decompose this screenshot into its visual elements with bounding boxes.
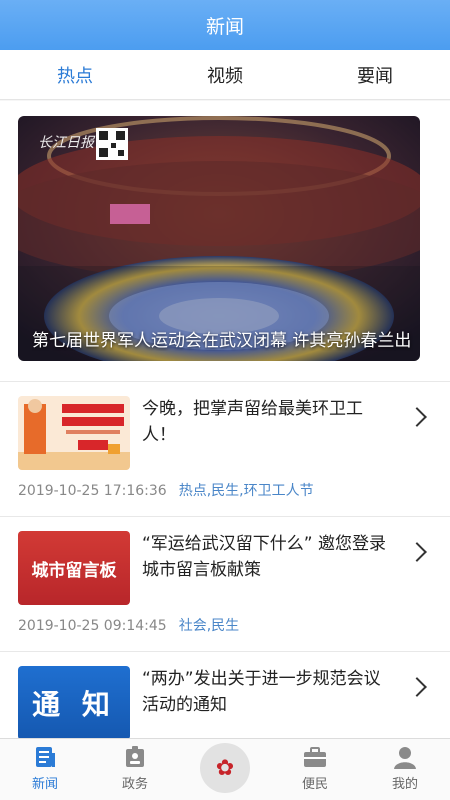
- news-item-1[interactable]: 今晚，把掌声留给最美环卫工人！ 2019-10-25 17:16:36 热点,民生…: [0, 382, 450, 516]
- news-time: 2019-10-25 17:16:36: [18, 483, 167, 499]
- news-feed[interactable]: 长江日报 第七届世界军人运动会在武汉闭幕 许其亮孙春兰出 今晚，把掌声留给最美环…: [0, 101, 450, 738]
- tabbar-convenience[interactable]: 便民: [270, 739, 360, 800]
- tab-video[interactable]: 视频: [150, 62, 300, 88]
- gov-affairs-icon: [126, 746, 144, 767]
- chevron-right-icon[interactable]: [407, 407, 427, 427]
- tabbar-mine[interactable]: 我的: [360, 739, 450, 800]
- news-meta: 2019-10-25 09:14:45 社会,民生: [18, 615, 239, 635]
- qr-code-icon: [96, 128, 128, 160]
- sanitation-worker-thumbnail: [18, 396, 130, 470]
- thumbnail-text: 通 知: [32, 688, 116, 721]
- tabbar-news[interactable]: 新闻: [0, 739, 90, 800]
- user-icon: [394, 747, 416, 769]
- news-meta: 2019-10-25 17:16:36 热点,民生,环卫工人节: [18, 480, 314, 500]
- stadium-image: [18, 116, 420, 361]
- news-tags[interactable]: 社会,民生: [179, 618, 239, 634]
- chevron-right-icon[interactable]: [407, 677, 427, 697]
- newspaper-logo: 长江日报: [38, 135, 94, 151]
- category-tabs: 热点 视频 要闻: [0, 50, 450, 100]
- briefcase-icon: [304, 747, 326, 767]
- news-item-3[interactable]: 通 知 “两办”发出关于进一步规范会议活动的通知: [0, 652, 450, 738]
- news-title: 今晚，把掌声留给最美环卫工人！: [142, 399, 363, 445]
- header-title: 新闻: [205, 15, 244, 38]
- hero-caption: 第七届世界军人运动会在武汉闭幕 许其亮孙春兰出: [32, 331, 412, 351]
- news-tags[interactable]: 热点,民生,环卫工人节: [179, 483, 314, 499]
- tabbar-label: 便民: [301, 777, 328, 792]
- tabbar-label: 新闻: [31, 777, 58, 792]
- tab-hot[interactable]: 热点: [0, 62, 150, 88]
- tabbar-label: 我的: [391, 777, 418, 792]
- news-title: “军运给武汉留下什么” 邀您登录城市留言板献策: [142, 534, 387, 580]
- tabbar-label: 政务: [121, 777, 148, 792]
- news-title: “两办”发出关于进一步规范会议活动的通知: [142, 669, 381, 715]
- center-logo-icon: ✿: [200, 743, 250, 793]
- tabbar-gov-affairs[interactable]: 政务: [90, 739, 180, 800]
- tabbar-center[interactable]: ✿: [180, 739, 270, 800]
- chevron-right-icon[interactable]: [407, 542, 427, 562]
- news-item-2[interactable]: 城市留言板 “军运给武汉留下什么” 邀您登录城市留言板献策 2019-10-25…: [0, 517, 450, 651]
- hero-banner[interactable]: 长江日报 第七届世界军人运动会在武汉闭幕 许其亮孙春兰出: [18, 116, 420, 361]
- tab-headlines[interactable]: 要闻: [300, 62, 450, 88]
- city-message-board-thumbnail: 城市留言板: [18, 531, 130, 605]
- news-time: 2019-10-25 09:14:45: [18, 618, 167, 634]
- bottom-tab-bar: 新闻 政务 ✿ 便民 我的: [0, 738, 450, 800]
- notice-thumbnail: 通 知: [18, 666, 130, 738]
- news-icon: [36, 747, 55, 767]
- app-header: 新闻: [0, 0, 450, 50]
- thumbnail-text: 城市留言板: [31, 560, 117, 581]
